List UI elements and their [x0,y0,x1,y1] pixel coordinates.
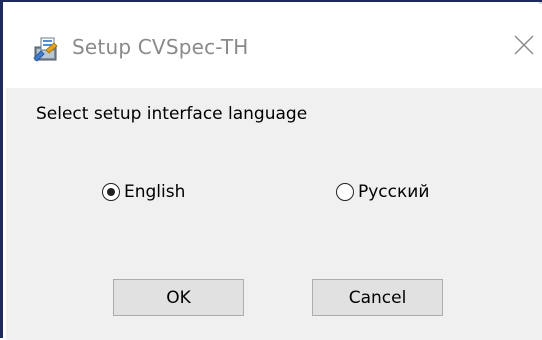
radio-english[interactable]: English [102,180,185,204]
radio-dot [107,188,115,196]
setup-dialog-window: Setup CVSpec-TH Select setup interface l… [0,0,542,340]
close-button[interactable] [508,30,538,60]
radio-russian[interactable]: Русский [336,180,429,204]
setup-installer-icon [32,34,62,62]
language-prompt: Select setup interface language [36,104,308,124]
dialog-body: Select setup interface language English … [6,88,542,340]
close-x-icon [514,35,534,55]
title-bar[interactable]: Setup CVSpec-TH [6,4,542,88]
cancel-button[interactable]: Cancel [312,279,443,316]
window-title: Setup CVSpec-TH [72,35,249,59]
radio-unselected-icon [336,183,354,201]
radio-russian-label: Русский [358,182,430,202]
radio-selected-icon [102,183,120,201]
ok-button[interactable]: OK [113,279,244,316]
radio-english-label: English [124,182,186,202]
